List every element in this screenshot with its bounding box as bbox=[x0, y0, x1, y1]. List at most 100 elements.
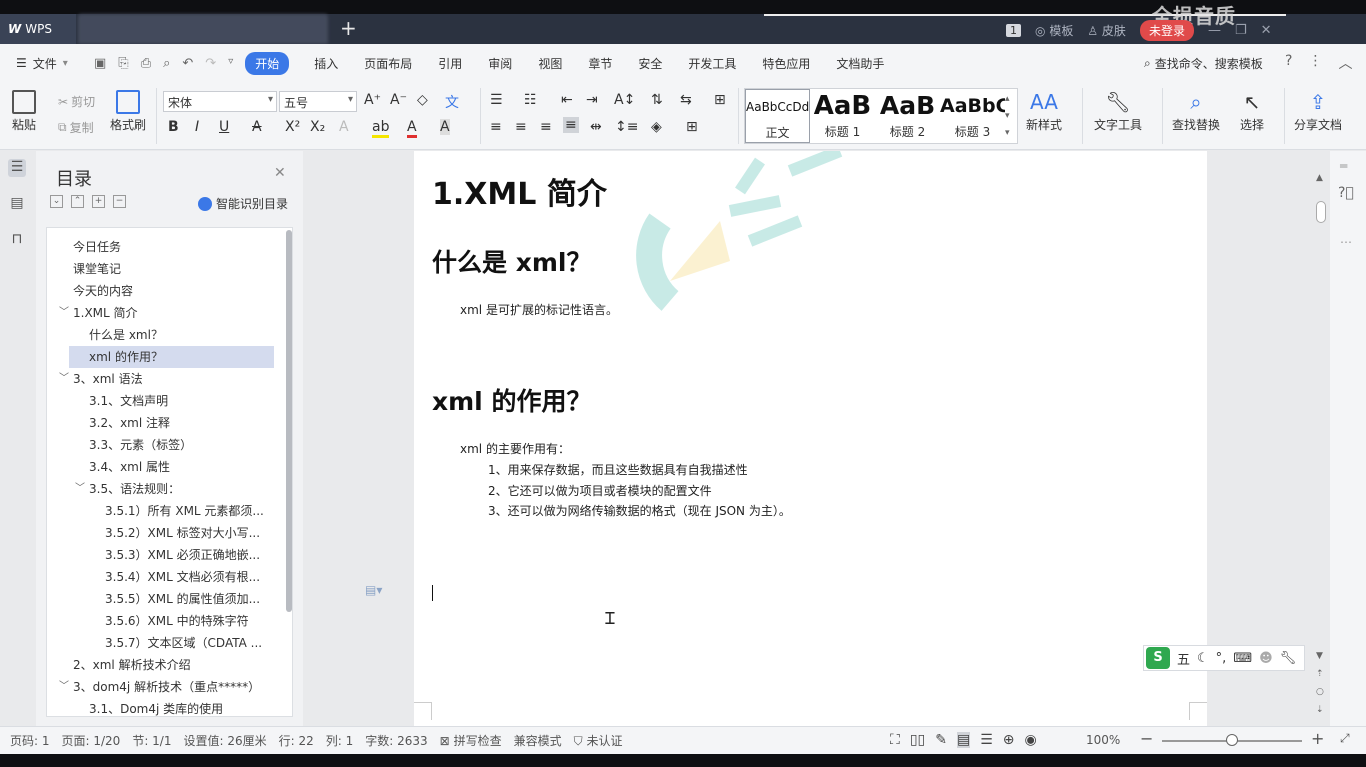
status-page[interactable]: 页面: 1/20 bbox=[56, 732, 127, 749]
toc-item[interactable]: 3.5.3）XML 必须正确地嵌... bbox=[105, 544, 277, 566]
customize-icon[interactable]: ▿ bbox=[228, 56, 233, 71]
sogou-logo-icon[interactable]: S bbox=[1146, 647, 1170, 669]
align-center-icon[interactable]: ≡ bbox=[515, 119, 527, 135]
new-tab-plus-icon[interactable]: + bbox=[340, 18, 360, 40]
login-button[interactable]: 未登录 bbox=[1139, 20, 1194, 41]
paste-button[interactable]: 粘贴 bbox=[12, 90, 36, 133]
copy-button[interactable]: ⧉ 复制 bbox=[58, 119, 94, 136]
command-search[interactable]: ⌕ 查找命令、搜索模板 bbox=[1144, 55, 1263, 72]
vertical-scrollbar[interactable]: ▲ ▼ ⇡ ○ ⇣ bbox=[1312, 151, 1330, 726]
remove-level-icon[interactable]: − bbox=[113, 195, 126, 208]
minimize-icon[interactable]: — bbox=[1208, 23, 1221, 38]
print-preview-icon[interactable]: ⌕ bbox=[163, 56, 170, 71]
next-page-icon[interactable]: ⇣ bbox=[1316, 705, 1324, 715]
chevron-down-icon[interactable]: ﹀ bbox=[75, 478, 85, 500]
punctuation-icon[interactable]: °, bbox=[1216, 651, 1227, 666]
toc-item[interactable]: ﹀ 3.5、语法规则： bbox=[75, 478, 277, 500]
text-direction-icon[interactable]: A↕ bbox=[614, 92, 635, 108]
page-view-icon[interactable]: ▤ bbox=[956, 732, 971, 748]
close-icon[interactable]: ✕ bbox=[274, 165, 286, 181]
decrease-indent-icon[interactable]: ⇤ bbox=[561, 92, 573, 108]
ime-mode[interactable]: 五 bbox=[1177, 649, 1190, 668]
expand-icon[interactable]: ⌄ bbox=[50, 195, 63, 208]
increase-indent-icon[interactable]: ⇥ bbox=[586, 92, 598, 108]
zoom-in-icon[interactable]: + bbox=[1311, 729, 1324, 748]
format-painter-button[interactable]: 格式刷 bbox=[110, 90, 146, 133]
chevron-down-icon[interactable]: ﹀ bbox=[59, 676, 69, 698]
tab-insert[interactable]: 插入 bbox=[301, 55, 351, 72]
collapse-ribbon-icon[interactable]: ︿ bbox=[1338, 53, 1352, 73]
phonetic-icon[interactable]: 文 bbox=[445, 92, 459, 112]
skin-button[interactable]: ♙ 皮肤 bbox=[1087, 22, 1126, 39]
settings-wrench-icon[interactable]: 🔧︎ bbox=[1280, 651, 1297, 666]
fullscreen-icon[interactable]: ⛶ bbox=[890, 732, 900, 748]
status-page-number[interactable]: 页码: 1 bbox=[4, 732, 56, 749]
grow-font-icon[interactable]: A⁺ bbox=[364, 92, 381, 108]
browse-object-icon[interactable]: ○ bbox=[1316, 687, 1324, 697]
style-gallery-scroll[interactable]: ▴ ▾ ▾ bbox=[1005, 91, 1010, 142]
table-grid-icon[interactable]: ⊞ bbox=[714, 92, 726, 108]
toc-item[interactable]: ﹀ 1.XML 简介 bbox=[59, 302, 277, 324]
zoom-level[interactable]: 100% bbox=[1086, 733, 1120, 747]
toc-item[interactable]: 3.5.6）XML 中的特殊字符 bbox=[105, 610, 277, 632]
toc-item[interactable]: 今日任务 bbox=[73, 236, 277, 258]
chevron-down-icon[interactable]: ﹀ bbox=[59, 368, 69, 390]
status-words[interactable]: 字数: 2633 bbox=[359, 732, 433, 749]
scroll-down-icon[interactable]: ▼ bbox=[1316, 651, 1323, 661]
moon-icon[interactable]: ☾ bbox=[1197, 651, 1209, 666]
restore-icon[interactable]: ❐ bbox=[1235, 23, 1247, 38]
toc-item[interactable]: 3.5.1）所有 XML 元素都须... bbox=[105, 500, 277, 522]
toc-item[interactable]: 3.5.4）XML 文档必须有根... bbox=[105, 566, 277, 588]
chevron-down-icon[interactable]: ﹀ bbox=[59, 302, 69, 324]
export-icon[interactable]: ⎘ bbox=[118, 56, 128, 71]
tab-home[interactable]: 开始 bbox=[245, 51, 290, 75]
wps-home-tab[interactable]: W WPS bbox=[0, 14, 76, 44]
shrink-font-icon[interactable]: A⁻ bbox=[390, 92, 407, 108]
underline-icon[interactable]: U bbox=[219, 119, 229, 135]
sort-icon[interactable]: ⇅ bbox=[651, 92, 663, 108]
toc-item[interactable]: 课堂笔记 bbox=[73, 258, 277, 280]
tab-page-layout[interactable]: 页面布局 bbox=[351, 55, 425, 72]
keyboard-icon[interactable]: ⌨ bbox=[1233, 651, 1252, 666]
strikethrough-icon[interactable]: A bbox=[252, 119, 262, 135]
toc-item[interactable]: 今天的内容 bbox=[73, 280, 277, 302]
line-spacing-icon[interactable]: ↕≡ bbox=[615, 119, 638, 135]
font-color-icon[interactable]: A bbox=[407, 119, 417, 138]
add-level-icon[interactable]: + bbox=[92, 195, 105, 208]
highlight-icon[interactable]: ab bbox=[372, 119, 390, 138]
print-icon[interactable]: ⎙ bbox=[141, 56, 151, 71]
eye-protect-icon[interactable]: ◉ bbox=[1025, 732, 1037, 748]
char-shading-icon[interactable]: A bbox=[440, 119, 450, 135]
document-tab[interactable] bbox=[78, 14, 328, 44]
select-button[interactable]: ↖ 选择 bbox=[1240, 90, 1264, 133]
distribute-icon[interactable]: ⇹ bbox=[590, 119, 602, 135]
new-style-button[interactable]: AA 新样式 bbox=[1026, 90, 1062, 133]
style-normal[interactable]: AaBbCcDd 正文 bbox=[745, 89, 810, 143]
toc-item[interactable]: 3.5.5）XML 的属性值须加... bbox=[105, 588, 277, 610]
toc-item[interactable]: 2、xml 解析技术介绍 bbox=[73, 654, 277, 676]
bookmark-icon[interactable]: ⊓ bbox=[8, 231, 26, 249]
close-window-icon[interactable]: ✕ bbox=[1261, 23, 1272, 38]
bold-icon[interactable]: B bbox=[168, 119, 179, 135]
toc-item[interactable]: 3.5.2）XML 标签对大小写... bbox=[105, 522, 277, 544]
share-doc-button[interactable]: ⇪ 分享文档 bbox=[1294, 90, 1342, 133]
toc-item[interactable]: 3.4、xml 属性 bbox=[89, 456, 277, 478]
paragraph-layout-icon[interactable]: ▤▾ bbox=[365, 583, 382, 597]
toc-item[interactable]: ﹀ 3、xml 语法 bbox=[59, 368, 277, 390]
toc-scrollbar[interactable] bbox=[286, 230, 292, 612]
align-right-icon[interactable]: ≡ bbox=[540, 119, 552, 135]
text-effect-icon[interactable]: A bbox=[339, 119, 349, 135]
tab-security[interactable]: 安全 bbox=[625, 55, 675, 72]
file-menu[interactable]: ☰ 文件 ▾ bbox=[0, 55, 86, 72]
numbered-list-icon[interactable]: ☷ bbox=[524, 92, 537, 108]
document-icon[interactable]: ▤ bbox=[8, 195, 26, 213]
reading-mode-icon[interactable]: ▯▯ bbox=[910, 732, 925, 748]
help-circle-icon[interactable]: ?⃝ bbox=[1338, 185, 1354, 201]
tab-doc-assistant[interactable]: 文档助手 bbox=[823, 55, 897, 72]
toc-item[interactable]: 3.2、xml 注释 bbox=[89, 412, 277, 434]
style-heading-2[interactable]: AaB 标题 2 bbox=[875, 89, 940, 143]
more-dots-icon[interactable]: ⋯ bbox=[1340, 235, 1352, 249]
cert-status[interactable]: ⛉ 未认证 bbox=[568, 732, 629, 749]
toc-item[interactable]: 3.1、文档声明 bbox=[89, 390, 277, 412]
document-page[interactable]: 1.XML 简介 什么是 xml？ xml 是可扩展的标记性语言。 xml 的作… bbox=[414, 151, 1207, 726]
